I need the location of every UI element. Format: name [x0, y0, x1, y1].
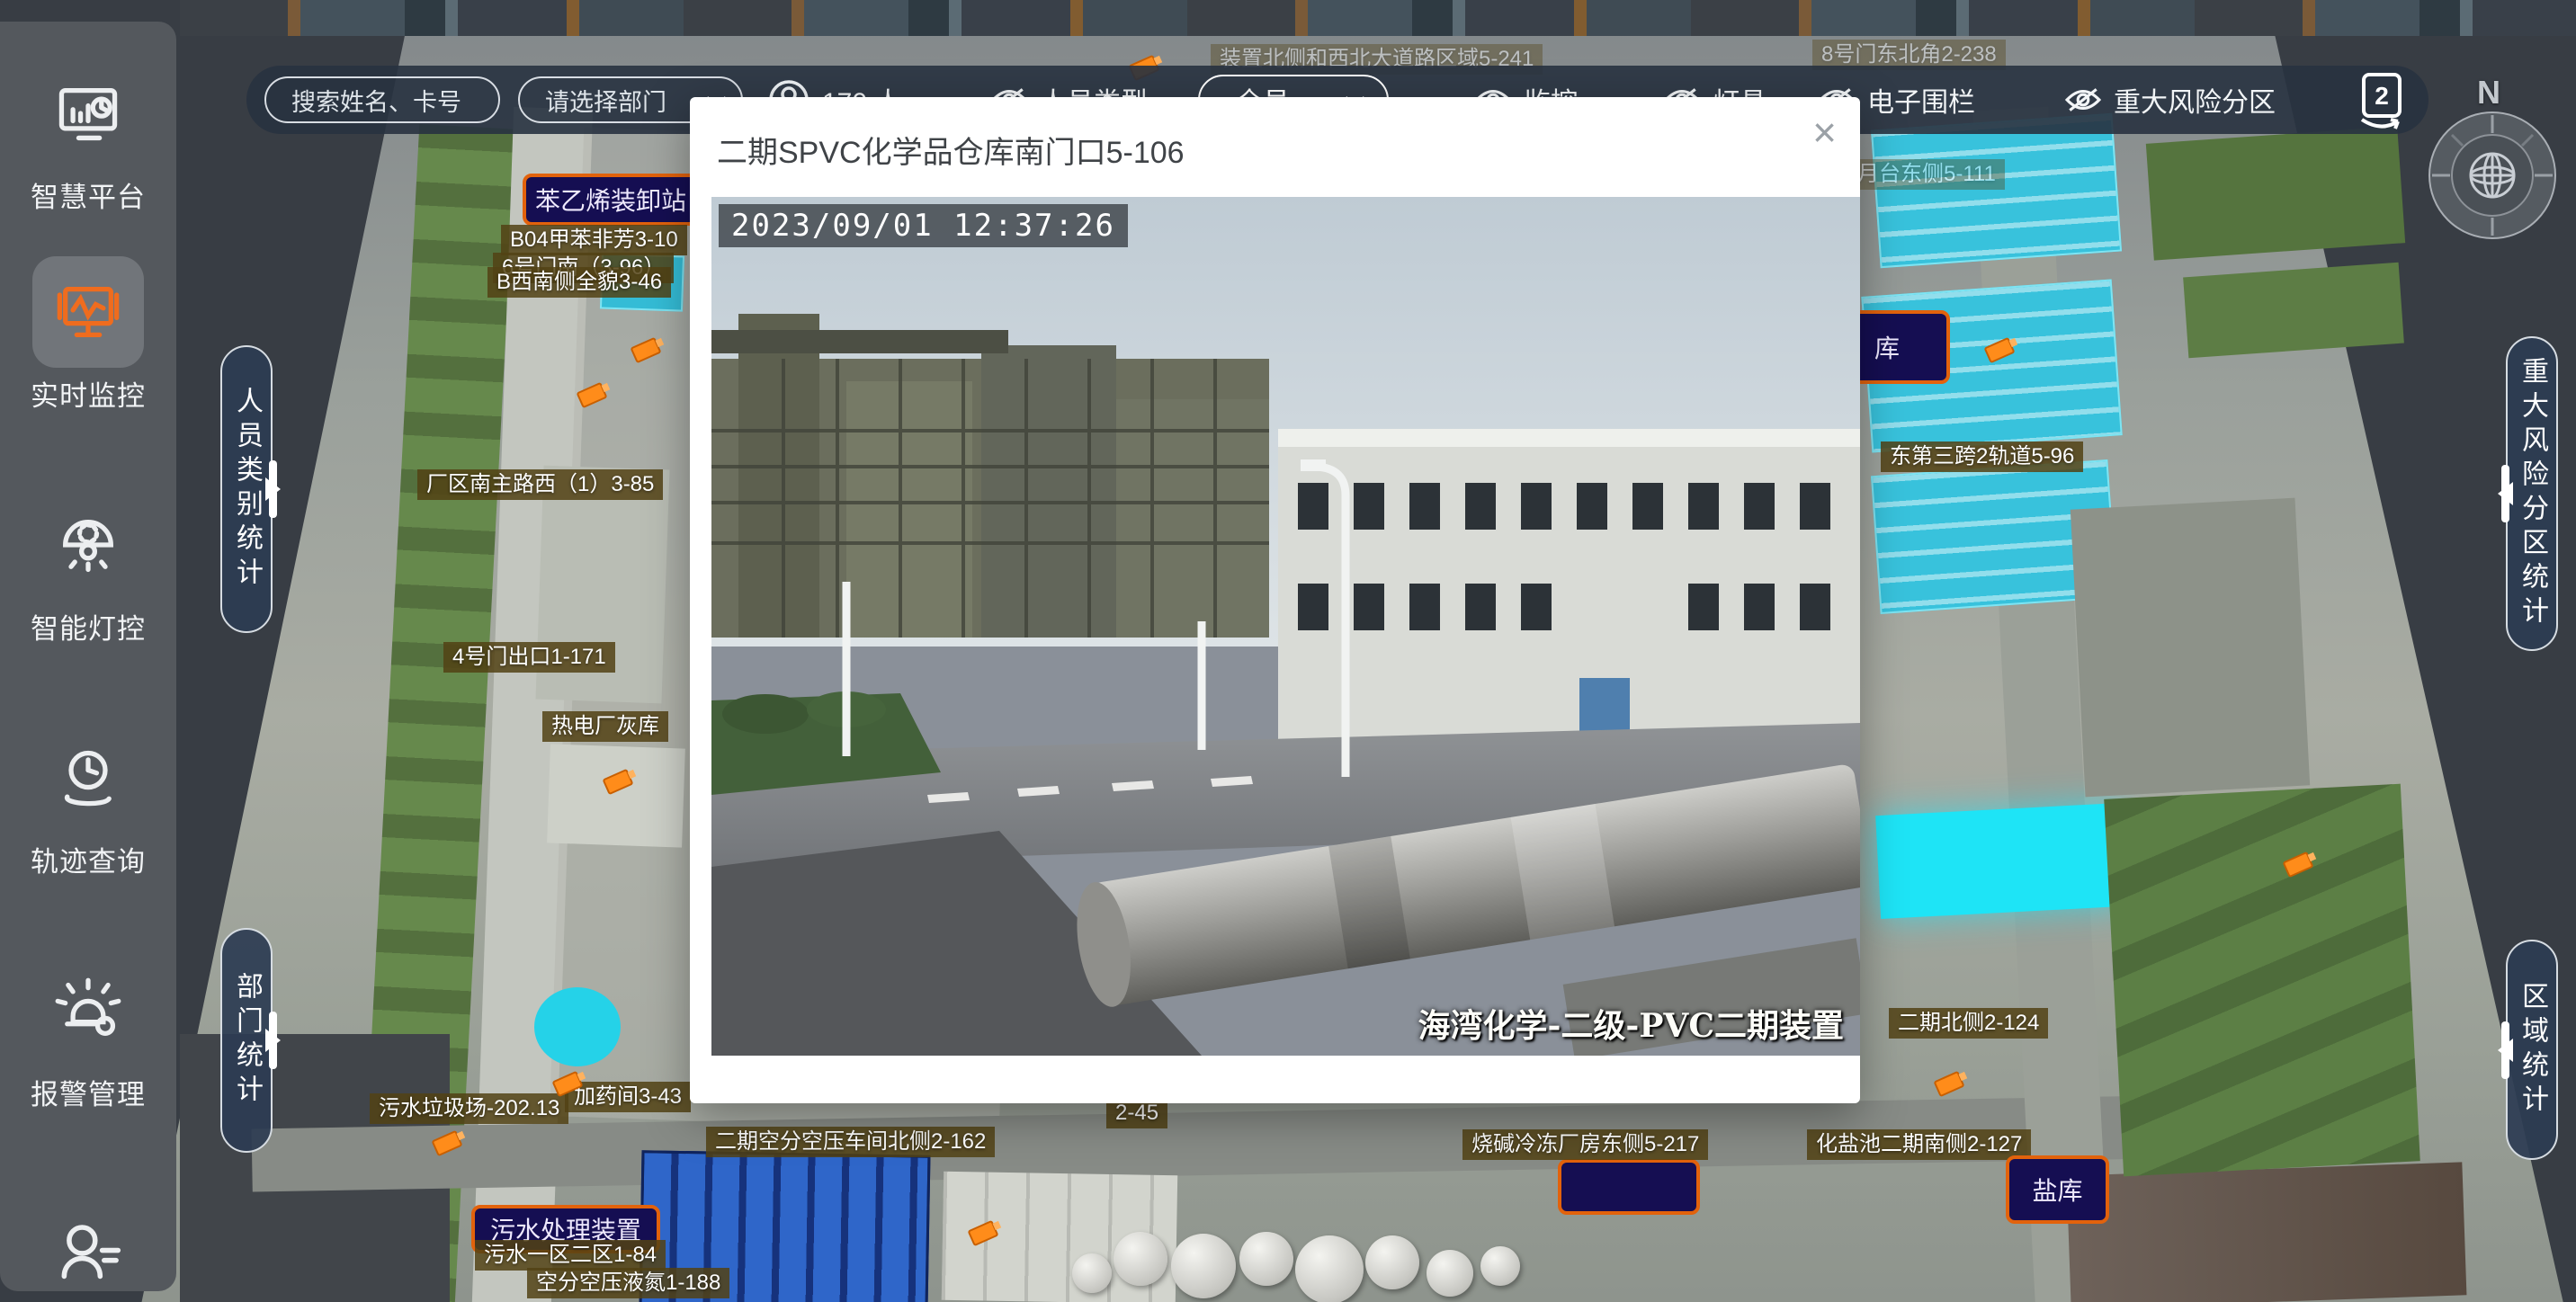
track-query-icon	[54, 744, 122, 812]
map-lawn	[2104, 784, 2420, 1177]
tab-person-category-stats[interactable]: 人员类别统计	[220, 345, 273, 633]
camera-marker-icon[interactable]	[602, 769, 633, 796]
map-tank	[1072, 1253, 1112, 1293]
tab-area-stats[interactable]: 区域统计	[2506, 940, 2558, 1160]
camera-marker-icon[interactable]	[1933, 1071, 1964, 1098]
tab-label: 部门统计	[227, 972, 266, 1109]
map-tank	[1480, 1246, 1520, 1286]
sidebar-item-alarm-manage[interactable]: 报警管理	[31, 955, 146, 1112]
sidebar: 智慧平台 实时监控	[0, 22, 176, 1291]
map-ground	[2071, 498, 2310, 798]
map-tank	[1427, 1250, 1473, 1297]
map-building	[547, 744, 685, 847]
map-highlight-building	[1871, 113, 2122, 268]
camera-scene	[711, 197, 1860, 1056]
map-label[interactable]: 二期北侧2-124	[1889, 1008, 2048, 1039]
map-label[interactable]: 4号门出口1-171	[443, 642, 615, 673]
map-label[interactable]: 盐库	[2006, 1155, 2109, 1224]
map-highlight-pool	[1875, 803, 2125, 919]
arrow-right-icon	[265, 1029, 292, 1052]
camera-marker-icon[interactable]	[576, 382, 607, 409]
map-label[interactable]: 空分空压液氮1-188	[527, 1268, 729, 1298]
camera-modal-title: 二期SPVC化学品仓库南门口5-106	[717, 128, 1185, 172]
compass[interactable]	[2425, 108, 2560, 247]
map-label[interactable]: 二期空分空压车间北侧2-162	[706, 1127, 995, 1157]
map-lawn	[2146, 126, 2405, 260]
screen-cast-badge: 2	[2375, 82, 2389, 110]
map-label[interactable]: 厂区南主路西（1）3-85	[417, 469, 663, 500]
sidebar-item-smart-platform[interactable]: 智慧平台	[31, 58, 146, 215]
map-label[interactable]: 污水垃圾场-202.13	[370, 1093, 568, 1124]
camera-marker-icon[interactable]	[967, 1220, 998, 1247]
map-label[interactable]: B西南侧全貌3-46	[487, 267, 671, 298]
map-tank	[1295, 1235, 1364, 1302]
map-tank	[1114, 1232, 1167, 1286]
tab-department-stats[interactable]: 部门统计	[220, 928, 273, 1153]
map-label[interactable]: 月台东侧5-111	[1848, 159, 2005, 190]
compass-north-label: N	[2477, 74, 2500, 111]
smart-light-icon	[54, 511, 122, 579]
tab-major-risk-zone-stats[interactable]: 重大风险分区统计	[2506, 336, 2558, 651]
arrow-left-icon	[2486, 1039, 2513, 1062]
app-screen: 苯乙烯装卸站B04甲苯非芳3-106号门南（3-96）B西南侧全貌3-46厂区南…	[0, 0, 2576, 1302]
department-select-placeholder: 请选择部门	[545, 83, 666, 118]
sidebar-item-track-query[interactable]: 轨迹查询	[31, 722, 146, 879]
map-road	[1972, 107, 2110, 1302]
tab-label: 重大风险分区统计	[2512, 357, 2552, 630]
map-tank	[1239, 1232, 1293, 1286]
sidebar-item-label: 报警管理	[31, 1072, 146, 1112]
camera-feed-image: 2023/09/01 12:37:26 海湾化学-二级-PVC二期装置	[711, 197, 1860, 1056]
camera-modal: 二期SPVC化学品仓库南门口5-106 ×	[690, 97, 1860, 1103]
user-list-icon	[52, 1218, 124, 1290]
sidebar-item-user[interactable]	[32, 1199, 144, 1302]
search-input[interactable]: 搜索姓名、卡号	[264, 76, 500, 123]
map-highlight-building	[1871, 459, 2117, 614]
tab-label: 人员类别统计	[227, 387, 266, 592]
map-label[interactable]: 化盐池二期南侧2-127	[1807, 1129, 2031, 1160]
map-label[interactable]: B04甲苯非芳3-10	[501, 225, 687, 255]
map-label[interactable]: 东第三跨2轨道5-96	[1881, 441, 2083, 472]
realtime-monitor-icon	[54, 278, 122, 346]
map-tank	[1365, 1235, 1419, 1289]
toggle-risk-zone[interactable]: 重大风险分区	[2065, 80, 2276, 120]
arrow-left-icon	[2486, 482, 2513, 505]
map-label[interactable]: 苯乙烯装卸站	[523, 174, 699, 226]
map-pool	[534, 987, 621, 1066]
toggle-risk-zone-label: 重大风险分区	[2114, 80, 2276, 120]
sidebar-item-realtime-monitor[interactable]: 实时监控	[31, 256, 146, 414]
map-top-structures	[180, 0, 2576, 36]
map-lawn	[2183, 263, 2404, 359]
smart-platform-icon	[54, 79, 122, 147]
map-label[interactable]: 热电厂灰库	[542, 711, 668, 742]
map-label[interactable]: 烧碱冷冻厂房东侧5-217	[1462, 1129, 1708, 1160]
camera-marker-icon[interactable]	[431, 1130, 462, 1157]
camera-marker-icon[interactable]	[2282, 852, 2313, 878]
screen-cast-button[interactable]: 2	[2353, 71, 2409, 137]
tab-label: 区域统计	[2512, 982, 2552, 1119]
map-warehouse-roof	[2067, 1162, 2467, 1302]
compass-icon	[2425, 108, 2560, 243]
alarm-manage-icon	[54, 976, 122, 1045]
map-green-strip	[358, 124, 516, 1302]
camera-timestamp: 2023/09/01 12:37:26	[719, 204, 1128, 247]
eye-slash-icon	[2065, 87, 2101, 112]
map-label[interactable]: 加药间3-43	[565, 1082, 691, 1112]
close-icon[interactable]: ×	[1812, 111, 1837, 153]
camera-marker-icon[interactable]	[1983, 337, 2015, 364]
camera-marker-icon[interactable]	[630, 337, 661, 364]
map-tank	[1171, 1234, 1236, 1298]
arrow-right-icon	[265, 477, 292, 501]
camera-watermark: 海湾化学-二级-PVC二期装置	[1418, 1000, 1844, 1047]
sidebar-item-label: 实时监控	[31, 373, 146, 414]
sidebar-item-smart-light[interactable]: 智能灯控	[31, 489, 146, 647]
toggle-fence-label: 电子围栏	[1867, 80, 1975, 120]
sidebar-item-label: 智能灯控	[31, 606, 146, 647]
screen-cast-icon: 2	[2353, 71, 2409, 132]
sidebar-item-label: 轨迹查询	[31, 839, 146, 879]
map-label[interactable]: 污水一区二区1-84	[475, 1240, 666, 1271]
map-label[interactable]	[1558, 1159, 1700, 1215]
sidebar-item-label: 智慧平台	[31, 174, 146, 215]
